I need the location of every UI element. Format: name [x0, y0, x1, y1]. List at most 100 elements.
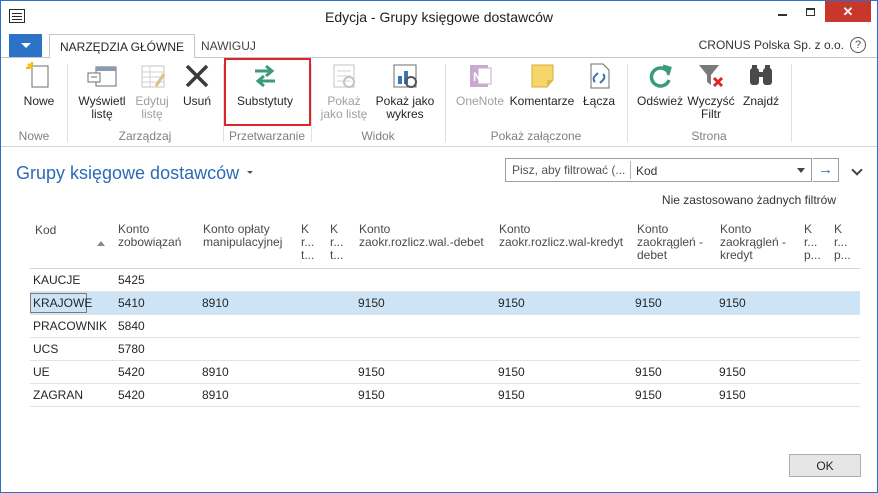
column-header-payables-account[interactable]: Konto zobowiązań	[118, 223, 198, 249]
group-label-process: Przetwarzanie	[228, 129, 306, 143]
cell-payables[interactable]: 5410	[118, 296, 145, 310]
title-dropdown-icon[interactable]	[247, 171, 253, 174]
links-button[interactable]: Łącza	[581, 60, 617, 108]
column-header-rounding-credit[interactable]: Konto zaokrągleń - kredyt	[720, 223, 798, 262]
column-header-kod[interactable]: Kod	[35, 224, 56, 237]
show-as-chart-label: Pokaż jako wykres	[375, 94, 435, 121]
separator	[791, 64, 792, 142]
clear-filter-label: Wyczyść Filtr	[687, 94, 735, 121]
file-menu-button[interactable]	[9, 34, 42, 57]
page-title[interactable]: Grupy księgowe dostawców	[16, 163, 239, 184]
links-label: Łącza	[582, 94, 616, 108]
grid-header: Kod Konto zobowiązań Konto opłaty manipu…	[30, 219, 860, 269]
cell-kod[interactable]: KAUCJE	[33, 273, 80, 287]
delete-x-icon	[181, 60, 213, 92]
tab-home[interactable]: NARZĘDZIA GŁÓWNE	[49, 34, 196, 59]
table-row[interactable]: ZAGRAN 5420 8910 9150 9150 9150 9150	[30, 384, 860, 407]
table-row[interactable]: UCS 5780	[30, 338, 860, 361]
view-list-button[interactable]: Wyświetl listę	[75, 60, 129, 121]
cell-fcy-debit[interactable]: 9150	[358, 365, 385, 379]
show-as-chart-icon	[389, 60, 421, 92]
cell-service-charge[interactable]: 8910	[202, 388, 229, 402]
cell-rounding-debit[interactable]: 9150	[635, 365, 662, 379]
sort-ascending-icon	[97, 241, 105, 246]
cell-payables[interactable]: 5420	[118, 365, 145, 379]
delete-button[interactable]: Usuń	[179, 60, 215, 108]
cell-payables[interactable]: 5840	[118, 319, 145, 333]
group-label-manage: Zarządzaj	[118, 129, 172, 143]
show-as-list-icon	[328, 60, 360, 92]
maximize-button[interactable]	[797, 1, 824, 22]
new-button[interactable]: Nowe	[19, 60, 59, 108]
help-icon[interactable]: ?	[850, 37, 866, 53]
cell-rounding-debit[interactable]: 9150	[635, 388, 662, 402]
cell-fcy-credit[interactable]: 9150	[498, 365, 525, 379]
filter-field-select[interactable]: Kod	[636, 164, 657, 178]
cell-rounding-credit[interactable]: 9150	[719, 296, 746, 310]
ok-button[interactable]: OK	[789, 454, 861, 477]
cell-kod[interactable]: PRACOWNIK	[33, 319, 107, 333]
clear-filter-button[interactable]: Wyczyść Filtr	[687, 60, 735, 121]
table-row[interactable]: PRACOWNIK 5840	[30, 315, 860, 338]
show-as-list-button[interactable]: Pokaż jako listę	[317, 60, 371, 121]
cell-service-charge[interactable]: 8910	[202, 365, 229, 379]
binoculars-icon	[745, 60, 777, 92]
show-as-chart-button[interactable]: Pokaż jako wykres	[373, 60, 437, 121]
column-header-fcy-debit[interactable]: Konto zaokr.rozlicz.wal.-debet	[359, 223, 494, 249]
cell-payables[interactable]: 5780	[118, 342, 145, 356]
table-row[interactable]: UE 5420 8910 9150 9150 9150 9150	[30, 361, 860, 384]
column-header-service-charge-account[interactable]: Konto opłaty manipulacyjnej	[203, 223, 295, 249]
collapse-chevron-icon[interactable]	[851, 164, 863, 176]
new-label: Nowe	[23, 94, 55, 108]
find-label: Znajdź	[742, 94, 780, 108]
tab-navigate[interactable]: NAWIGUJ	[191, 34, 266, 59]
cell-fcy-debit[interactable]: 9150	[358, 296, 385, 310]
comments-button[interactable]: Komentarze	[509, 60, 575, 108]
ribbon: Nowe Wyświetl listę Edytuj listę Usuń Za…	[1, 58, 877, 147]
column-header-truncated[interactable]: K r... t...	[330, 223, 350, 262]
minimize-button[interactable]	[769, 1, 796, 22]
column-header-truncated[interactable]: K r... t...	[301, 223, 321, 262]
cell-kod[interactable]: KRAJOWE	[33, 296, 92, 310]
edit-list-icon	[136, 60, 168, 92]
column-header-fcy-credit[interactable]: Konto zaokr.rozlicz.wal-kredyt	[499, 223, 633, 249]
cell-kod[interactable]: UE	[33, 365, 50, 379]
cell-fcy-credit[interactable]: 9150	[498, 388, 525, 402]
cell-rounding-credit[interactable]: 9150	[719, 365, 746, 379]
clear-filter-icon	[695, 60, 727, 92]
onenote-button[interactable]: N OneNote	[453, 60, 507, 108]
show-as-list-label: Pokaż jako listę	[320, 94, 368, 121]
table-row[interactable]: KRAJOWE 5410 8910 9150 9150 9150 9150	[30, 292, 860, 315]
cell-payables[interactable]: 5425	[118, 273, 145, 287]
ribbon-tab-bar: NARZĘDZIA GŁÓWNE NAWIGUJ CRONUS Polska S…	[1, 32, 877, 59]
refresh-button[interactable]: Odśwież	[635, 60, 685, 108]
comments-label: Komentarze	[509, 94, 575, 108]
column-header-truncated[interactable]: K r... p...	[834, 223, 854, 262]
filter-divider	[630, 161, 631, 179]
cell-fcy-debit[interactable]: 9150	[358, 388, 385, 402]
chevron-down-icon[interactable]	[797, 168, 805, 173]
close-button[interactable]: ✕	[825, 1, 871, 22]
cell-rounding-credit[interactable]: 9150	[719, 388, 746, 402]
column-header-truncated[interactable]: K r... p...	[804, 223, 824, 262]
refresh-icon	[644, 60, 676, 92]
cell-kod[interactable]: UCS	[33, 342, 58, 356]
cell-service-charge[interactable]: 8910	[202, 296, 229, 310]
edit-list-button[interactable]: Edytuj listę	[131, 60, 173, 121]
group-label-page: Strona	[691, 129, 727, 143]
find-button[interactable]: Znajdź	[739, 60, 783, 108]
refresh-label: Odśwież	[636, 94, 683, 108]
cell-payables[interactable]: 5420	[118, 388, 145, 402]
substitutes-highlight-box	[224, 58, 311, 126]
filter-search-input[interactable]	[506, 159, 629, 181]
cell-kod[interactable]: ZAGRAN	[33, 388, 83, 402]
comments-note-icon	[526, 60, 558, 92]
onenote-label: OneNote	[455, 94, 505, 108]
cell-fcy-credit[interactable]: 9150	[498, 296, 525, 310]
table-row[interactable]: KAUCJE 5425	[30, 269, 860, 292]
no-filters-status: Nie zastosowano żadnych filtrów	[661, 193, 836, 207]
group-label-view: Widok	[361, 129, 395, 143]
filter-apply-arrow-icon[interactable]: →	[813, 158, 839, 182]
column-header-rounding-debit[interactable]: Konto zaokrągleń - debet	[637, 223, 715, 262]
cell-rounding-debit[interactable]: 9150	[635, 296, 662, 310]
